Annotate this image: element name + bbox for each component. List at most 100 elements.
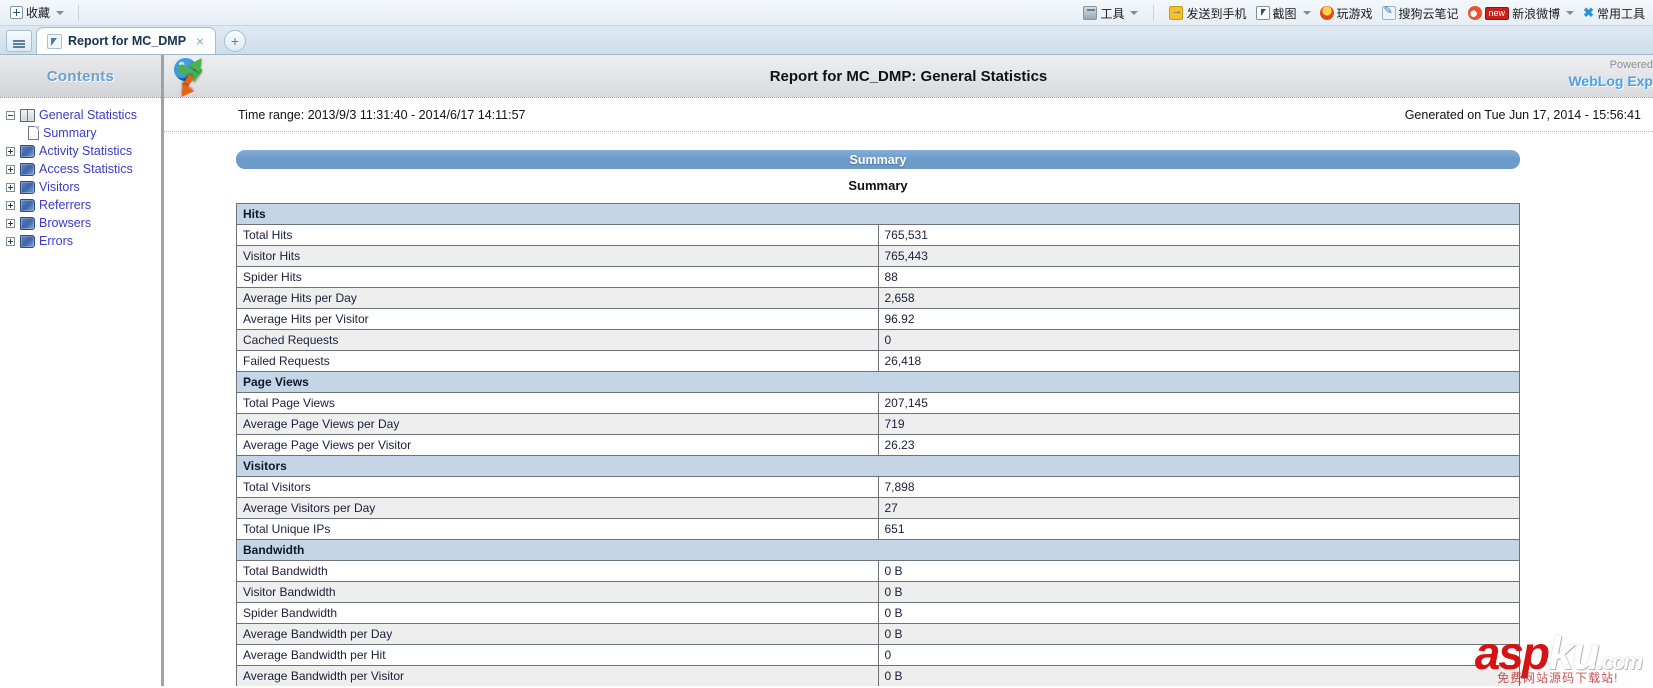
tab-close-icon[interactable]: ×: [193, 33, 207, 49]
contents-tree: General Statistics Summary Activity Statis…: [0, 98, 161, 250]
table-row: Average Visitors per Day 27: [236, 497, 1520, 519]
table-cell-label: Average Bandwidth per Hit: [236, 644, 879, 666]
toolbar-item-game[interactable]: 玩游戏: [1319, 5, 1373, 22]
sidebar-item-browsers[interactable]: Browsers: [4, 214, 161, 232]
table-cell-value: 26,418: [877, 350, 1520, 372]
sidebar-item-label[interactable]: Activity Statistics: [39, 144, 132, 158]
expand-plus-icon[interactable]: [6, 164, 15, 174]
table-cell-value: 0: [877, 644, 1520, 666]
table-cell-label: Average Hits per Day: [236, 287, 879, 309]
table-cell-value: 26.23: [877, 434, 1520, 456]
table-cell-value: 2,658: [877, 287, 1520, 309]
expand-plus-icon[interactable]: [6, 236, 15, 246]
toolbar-item-label: 发送到手机: [1186, 6, 1247, 21]
tab-title: Report for MC_DMP: [68, 34, 187, 48]
new-tab-button[interactable]: +: [224, 30, 246, 52]
table-cell-value: 0 B: [877, 665, 1520, 686]
table-group-row: Bandwidth: [236, 539, 1520, 561]
closed-book-icon: [20, 216, 35, 230]
table-cell-label: Hits: [236, 203, 1520, 225]
sidebar-item-label[interactable]: Browsers: [39, 216, 91, 230]
toolbar-item-screenshot[interactable]: 截图: [1255, 5, 1311, 22]
table-row: Average Hits per Visitor 96.92: [236, 308, 1520, 330]
expand-plus-icon[interactable]: [6, 146, 15, 156]
sidebar-item-visitors[interactable]: Visitors: [4, 178, 161, 196]
sidebar-item-referrers[interactable]: Referrers: [4, 196, 161, 214]
table-row: Average Bandwidth per Hit 0: [236, 644, 1520, 666]
toolbar-item-common-tools[interactable]: ✖ 常用工具: [1583, 5, 1645, 22]
add-favorite-button[interactable]: 收藏: [6, 3, 68, 22]
expand-plus-icon[interactable]: [6, 200, 15, 210]
table-cell-label: Total Page Views: [236, 392, 879, 414]
sidebar-item-label[interactable]: Visitors: [39, 180, 80, 194]
table-cell-label: Average Bandwidth per Day: [236, 623, 879, 645]
sidebar-item-errors[interactable]: Errors: [4, 232, 161, 250]
summary-section-banner: Summary: [236, 150, 1520, 169]
toolbar-item-weibo[interactable]: new 新浪微博: [1467, 5, 1575, 22]
chevron-down-icon[interactable]: [1130, 11, 1139, 15]
closed-book-icon: [20, 198, 35, 212]
powered-label: Powered: [1609, 59, 1653, 71]
toolbar-item-send-phone[interactable]: 发送到手机: [1169, 5, 1247, 22]
table-cell-value: 651: [877, 518, 1520, 540]
toolbar-item-tools[interactable]: 工具: [1083, 5, 1139, 22]
table-cell-label: Visitor Bandwidth: [236, 581, 879, 603]
table-cell-value: 0: [877, 329, 1520, 351]
table-row: Average Hits per Day 2,658: [236, 287, 1520, 309]
table-row: Average Bandwidth per Visitor 0 B: [236, 665, 1520, 686]
time-range-text: Time range: 2013/9/3 11:31:40 - 2014/6/1…: [238, 107, 526, 122]
weblog-globe-icon: [172, 54, 214, 101]
toolbar-item-label: 工具: [1100, 6, 1125, 21]
weblog-expert-brand: WebLog Exp: [1568, 72, 1653, 89]
favorites-bar-left: 收藏: [6, 3, 85, 22]
table-cell-label: Average Visitors per Day: [236, 497, 879, 519]
collapse-minus-icon[interactable]: [6, 110, 15, 120]
table-row: Total Hits 765,531: [236, 224, 1520, 246]
table-cell-value: 719: [877, 413, 1520, 435]
table-group-row: Hits: [236, 203, 1520, 225]
report-scroll-area[interactable]: Summary Summary Hits Total Hits 765,531 Vis…: [163, 132, 1653, 686]
table-cell-label: Total Bandwidth: [236, 560, 879, 582]
add-favorite-label: 收藏: [26, 6, 51, 20]
sidebar-item-activity-statistics[interactable]: Activity Statistics: [4, 142, 161, 160]
sidebar-item-label[interactable]: Access Statistics: [39, 162, 133, 176]
table-cell-label: Bandwidth: [236, 539, 1520, 561]
closed-book-icon: [20, 162, 35, 176]
toolbar-separator: [1153, 5, 1155, 21]
page-title: Report for MC_DMP: General Statistics: [769, 67, 1048, 85]
closed-book-icon: [20, 234, 35, 248]
table-cell-label: Average Hits per Visitor: [236, 308, 879, 330]
sidebar-toggle-button[interactable]: [6, 30, 32, 52]
table-cell-value: 7,898: [877, 476, 1520, 498]
sidebar-item-label[interactable]: Referrers: [39, 198, 91, 212]
table-cell-value: 207,145: [877, 392, 1520, 414]
toolbar-item-label: 截图: [1272, 6, 1297, 21]
table-cell-value: 0 B: [877, 560, 1520, 582]
table-cell-value: 96.92: [877, 308, 1520, 330]
sidebar-item-label[interactable]: General Statistics: [39, 108, 137, 122]
sidebar-item-general-statistics[interactable]: General Statistics: [4, 106, 161, 124]
table-row: Total Page Views 207,145: [236, 392, 1520, 414]
screenshot-icon: [1255, 6, 1270, 20]
chevron-down-icon[interactable]: [1566, 11, 1575, 15]
new-badge: new: [1484, 6, 1510, 20]
table-cell-value: 88: [877, 266, 1520, 288]
table-cell-label: Average Bandwidth per Visitor: [236, 665, 879, 686]
table-group-row: Page Views: [236, 371, 1520, 393]
expand-plus-icon[interactable]: [6, 182, 15, 192]
tab-report-for-mc-dmp[interactable]: Report for MC_DMP ×: [36, 27, 216, 54]
chevron-down-icon[interactable]: [1302, 11, 1311, 15]
favorites-separator: [78, 4, 80, 21]
sidebar-item-access-statistics[interactable]: Access Statistics: [4, 160, 161, 178]
game-icon: [1319, 6, 1334, 20]
generated-on-text: Generated on Tue Jun 17, 2014 - 15:56:41: [1404, 107, 1641, 122]
table-cell-value: 765,531: [877, 224, 1520, 246]
sidebar-item-label[interactable]: Summary: [43, 126, 96, 140]
report-meta-row: Time range: 2013/9/3 11:31:40 - 2014/6/1…: [163, 98, 1653, 132]
contents-header: Contents: [0, 55, 161, 98]
expand-plus-icon[interactable]: [6, 218, 15, 228]
toolbar-item-note[interactable]: 搜狗云笔记: [1381, 4, 1459, 22]
table-row: Total Unique IPs 651: [236, 518, 1520, 540]
sidebar-item-label[interactable]: Errors: [39, 234, 73, 248]
sidebar-item-summary[interactable]: Summary: [4, 124, 161, 142]
